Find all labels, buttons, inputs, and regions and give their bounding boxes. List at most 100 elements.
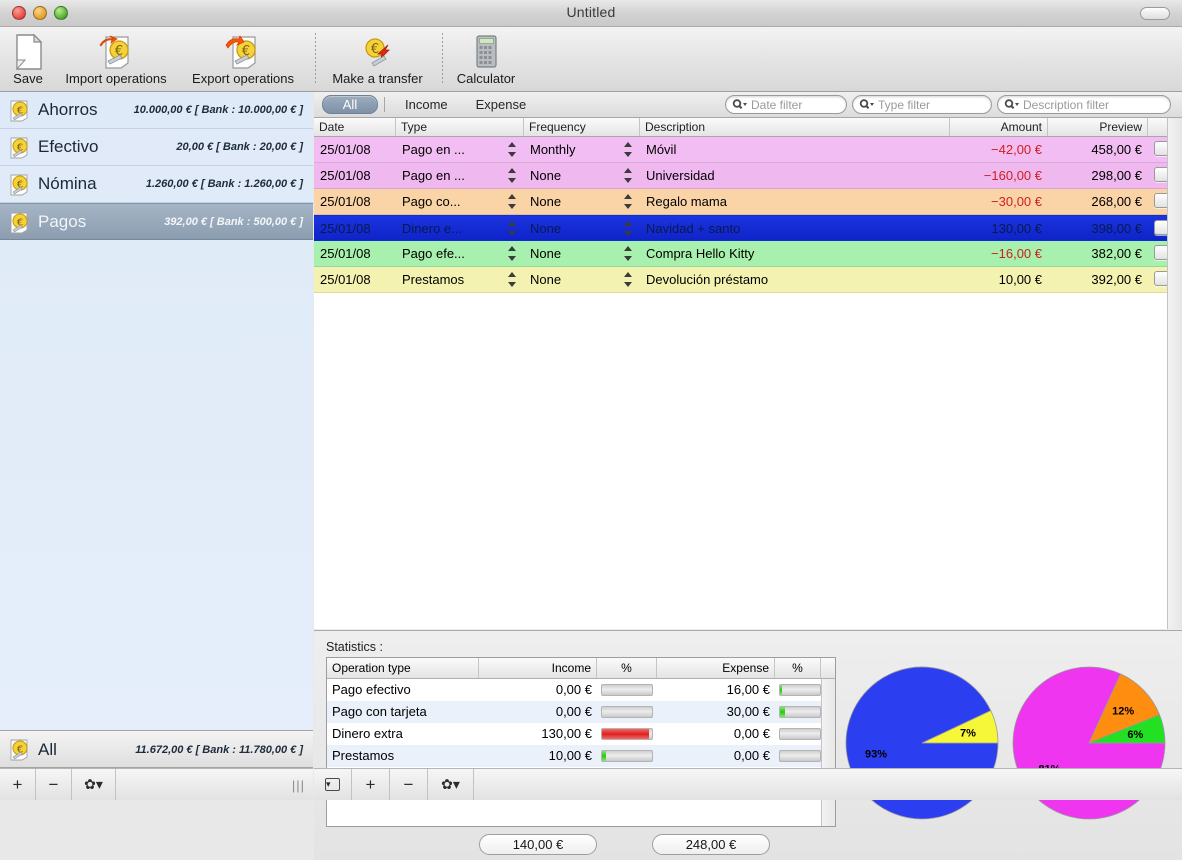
add-account-button[interactable]: + xyxy=(0,769,36,800)
row-checkbox[interactable] xyxy=(1154,220,1167,235)
cell-type[interactable]: Pago co... xyxy=(396,189,506,214)
operations-table-body[interactable]: 25/01/08 Pago en ... Monthly Móvil −42,00 € 4… xyxy=(314,137,1167,629)
cell-frequency[interactable]: None xyxy=(524,241,634,266)
statistics-row[interactable]: Dinero extra 130,00 € 0,00 € xyxy=(327,723,835,745)
statistics-vertical-scrollbar[interactable] xyxy=(821,679,835,826)
make-a-transfer-button[interactable]: € Make a transfer xyxy=(320,29,435,91)
cell-type[interactable]: Pago efe... xyxy=(396,241,506,266)
cell-frequency[interactable]: None xyxy=(524,216,634,241)
row-checkbox[interactable] xyxy=(1154,193,1167,208)
sidebar-account-pagos[interactable]: € Pagos 392,00 € [ Bank : 500,00 € ] xyxy=(0,203,313,240)
table-row[interactable]: 25/01/08 Dinero e... None Navidad + santo 13… xyxy=(314,215,1167,241)
cell-frequency[interactable]: Monthly xyxy=(524,137,634,162)
frequency-stepper-icon[interactable] xyxy=(624,168,632,183)
cell-amount[interactable]: −42,00 € xyxy=(950,137,1048,162)
column-header-description[interactable]: Description xyxy=(640,118,950,136)
type-stepper-icon[interactable] xyxy=(508,272,516,287)
toolbar-toggle-button[interactable] xyxy=(1140,7,1170,20)
cell-description[interactable]: Navidad + santo xyxy=(640,216,950,241)
description-filter-field[interactable]: Description filter xyxy=(997,95,1171,114)
export-operations-button[interactable]: € Export operations xyxy=(182,29,304,91)
cell-description[interactable]: Compra Hello Kitty xyxy=(640,241,950,266)
type-filter-field[interactable]: Type filter xyxy=(852,95,992,114)
operations-vertical-scrollbar[interactable] xyxy=(1167,118,1182,629)
type-stepper-icon[interactable] xyxy=(508,221,516,236)
cell-amount[interactable]: 10,00 € xyxy=(950,267,1048,292)
table-row[interactable]: 25/01/08 Prestamos None Devolución préstamo… xyxy=(314,267,1167,293)
accounts-total-row[interactable]: € All 11.672,00 € [ Bank : 11.780,00 € ] xyxy=(0,730,313,768)
sidebar-account-ahorros[interactable]: € Ahorros 10.000,00 € [ Bank : 10.000,00 … xyxy=(0,92,313,129)
cell-amount[interactable]: −16,00 € xyxy=(950,241,1048,266)
type-stepper-icon[interactable] xyxy=(508,194,516,209)
type-segmented-control[interactable]: All Income Expense xyxy=(322,95,540,114)
table-row[interactable]: 25/01/08 Pago en ... Monthly Móvil −42,00 € 4… xyxy=(314,137,1167,163)
svg-text:12%: 12% xyxy=(1112,706,1134,718)
row-checkbox[interactable] xyxy=(1154,141,1167,156)
frequency-stepper-icon[interactable] xyxy=(624,221,632,236)
stat-column-income-pct[interactable]: % xyxy=(597,658,657,678)
stat-column-expense[interactable]: Expense xyxy=(657,658,775,678)
save-button[interactable]: Save xyxy=(2,29,54,91)
row-checkbox[interactable] xyxy=(1154,167,1167,182)
column-header-date[interactable]: Date xyxy=(314,118,396,136)
row-checkbox[interactable] xyxy=(1154,271,1167,286)
table-row[interactable]: 25/01/08 Pago efe... None Compra Hello Kitt… xyxy=(314,241,1167,267)
cell-frequency[interactable]: None xyxy=(524,189,634,214)
table-row[interactable]: 25/01/08 Pago en ... None Universidad −160,0… xyxy=(314,163,1167,189)
account-actions-button[interactable]: ✿▾ xyxy=(72,769,116,800)
add-operation-button[interactable]: + xyxy=(352,769,390,800)
statistics-row[interactable]: Pago con tarjeta 0,00 € 30,00 € xyxy=(327,701,835,723)
column-header-amount[interactable]: Amount xyxy=(950,118,1048,136)
cell-type[interactable]: Prestamos xyxy=(396,267,506,292)
view-options-button[interactable]: ▾ xyxy=(314,769,352,800)
remove-account-button[interactable]: − xyxy=(36,769,72,800)
stat-cell-expense: 16,00 € xyxy=(726,682,770,697)
stat-column-operation-type[interactable]: Operation type xyxy=(327,658,479,678)
import-operations-button[interactable]: € Import operations xyxy=(56,29,176,91)
date-filter-field[interactable]: Date filter xyxy=(725,95,847,114)
type-stepper-icon[interactable] xyxy=(508,168,516,183)
cell-frequency[interactable]: None xyxy=(524,267,634,292)
cell-amount[interactable]: 130,00 € xyxy=(950,216,1048,241)
cell-type[interactable]: Pago en ... xyxy=(396,137,506,162)
cell-description[interactable]: Universidad xyxy=(640,163,950,188)
main-content: All Income Expense Date filter Type filter xyxy=(314,92,1182,860)
calculator-button[interactable]: Calculator xyxy=(447,29,525,91)
sidebar-account-nómina[interactable]: € Nómina 1.260,00 € [ Bank : 1.260,00 € ] xyxy=(0,166,313,203)
frequency-stepper-icon[interactable] xyxy=(624,194,632,209)
statistics-row[interactable]: Prestamos 10,00 € 0,00 € xyxy=(327,745,835,767)
remove-operation-button[interactable]: − xyxy=(390,769,428,800)
type-stepper-icon[interactable] xyxy=(508,142,516,157)
table-row[interactable]: 25/01/08 Pago co... None Regalo mama −30,00 … xyxy=(314,189,1167,215)
type-stepper-icon[interactable] xyxy=(508,246,516,261)
cell-type[interactable]: Pago en ... xyxy=(396,163,506,188)
segment-expense[interactable]: Expense xyxy=(462,95,541,114)
remove-operation-label: − xyxy=(403,774,414,794)
cell-description[interactable]: Regalo mama xyxy=(640,189,950,214)
frequency-stepper-icon[interactable] xyxy=(624,246,632,261)
cell-description[interactable]: Móvil xyxy=(640,137,950,162)
segment-income[interactable]: Income xyxy=(391,95,462,114)
cell-frequency[interactable]: None xyxy=(524,163,634,188)
sidebar-bottom-bar: + − ✿▾ ||| xyxy=(0,768,313,800)
stat-column-expense-pct[interactable]: % xyxy=(775,658,821,678)
column-header-preview[interactable]: Preview xyxy=(1048,118,1148,136)
statistics-table[interactable]: Operation type Income % Expense % Pago e… xyxy=(326,657,836,827)
frequency-stepper-icon[interactable] xyxy=(624,272,632,287)
frequency-stepper-icon[interactable] xyxy=(624,142,632,157)
sidebar-resize-grip[interactable]: ||| xyxy=(292,778,305,793)
cell-description[interactable]: Devolución préstamo xyxy=(640,267,950,292)
gear-icon: ✿▾ xyxy=(84,776,103,792)
stat-column-income[interactable]: Income xyxy=(479,658,597,678)
expense-total-pill: 248,00 € xyxy=(652,834,770,855)
cell-amount[interactable]: −160,00 € xyxy=(950,163,1048,188)
cell-amount[interactable]: −30,00 € xyxy=(950,189,1048,214)
sidebar-account-efectivo[interactable]: € Efectivo 20,00 € [ Bank : 20,00 € ] xyxy=(0,129,313,166)
column-header-type[interactable]: Type xyxy=(396,118,524,136)
row-checkbox[interactable] xyxy=(1154,245,1167,260)
column-header-frequency[interactable]: Frequency xyxy=(524,118,640,136)
cell-type[interactable]: Dinero e... xyxy=(396,216,506,241)
segment-all[interactable]: All xyxy=(322,95,378,114)
statistics-row[interactable]: Pago efectivo 0,00 € 16,00 € xyxy=(327,679,835,701)
operation-actions-button[interactable]: ✿▾ xyxy=(428,769,474,800)
